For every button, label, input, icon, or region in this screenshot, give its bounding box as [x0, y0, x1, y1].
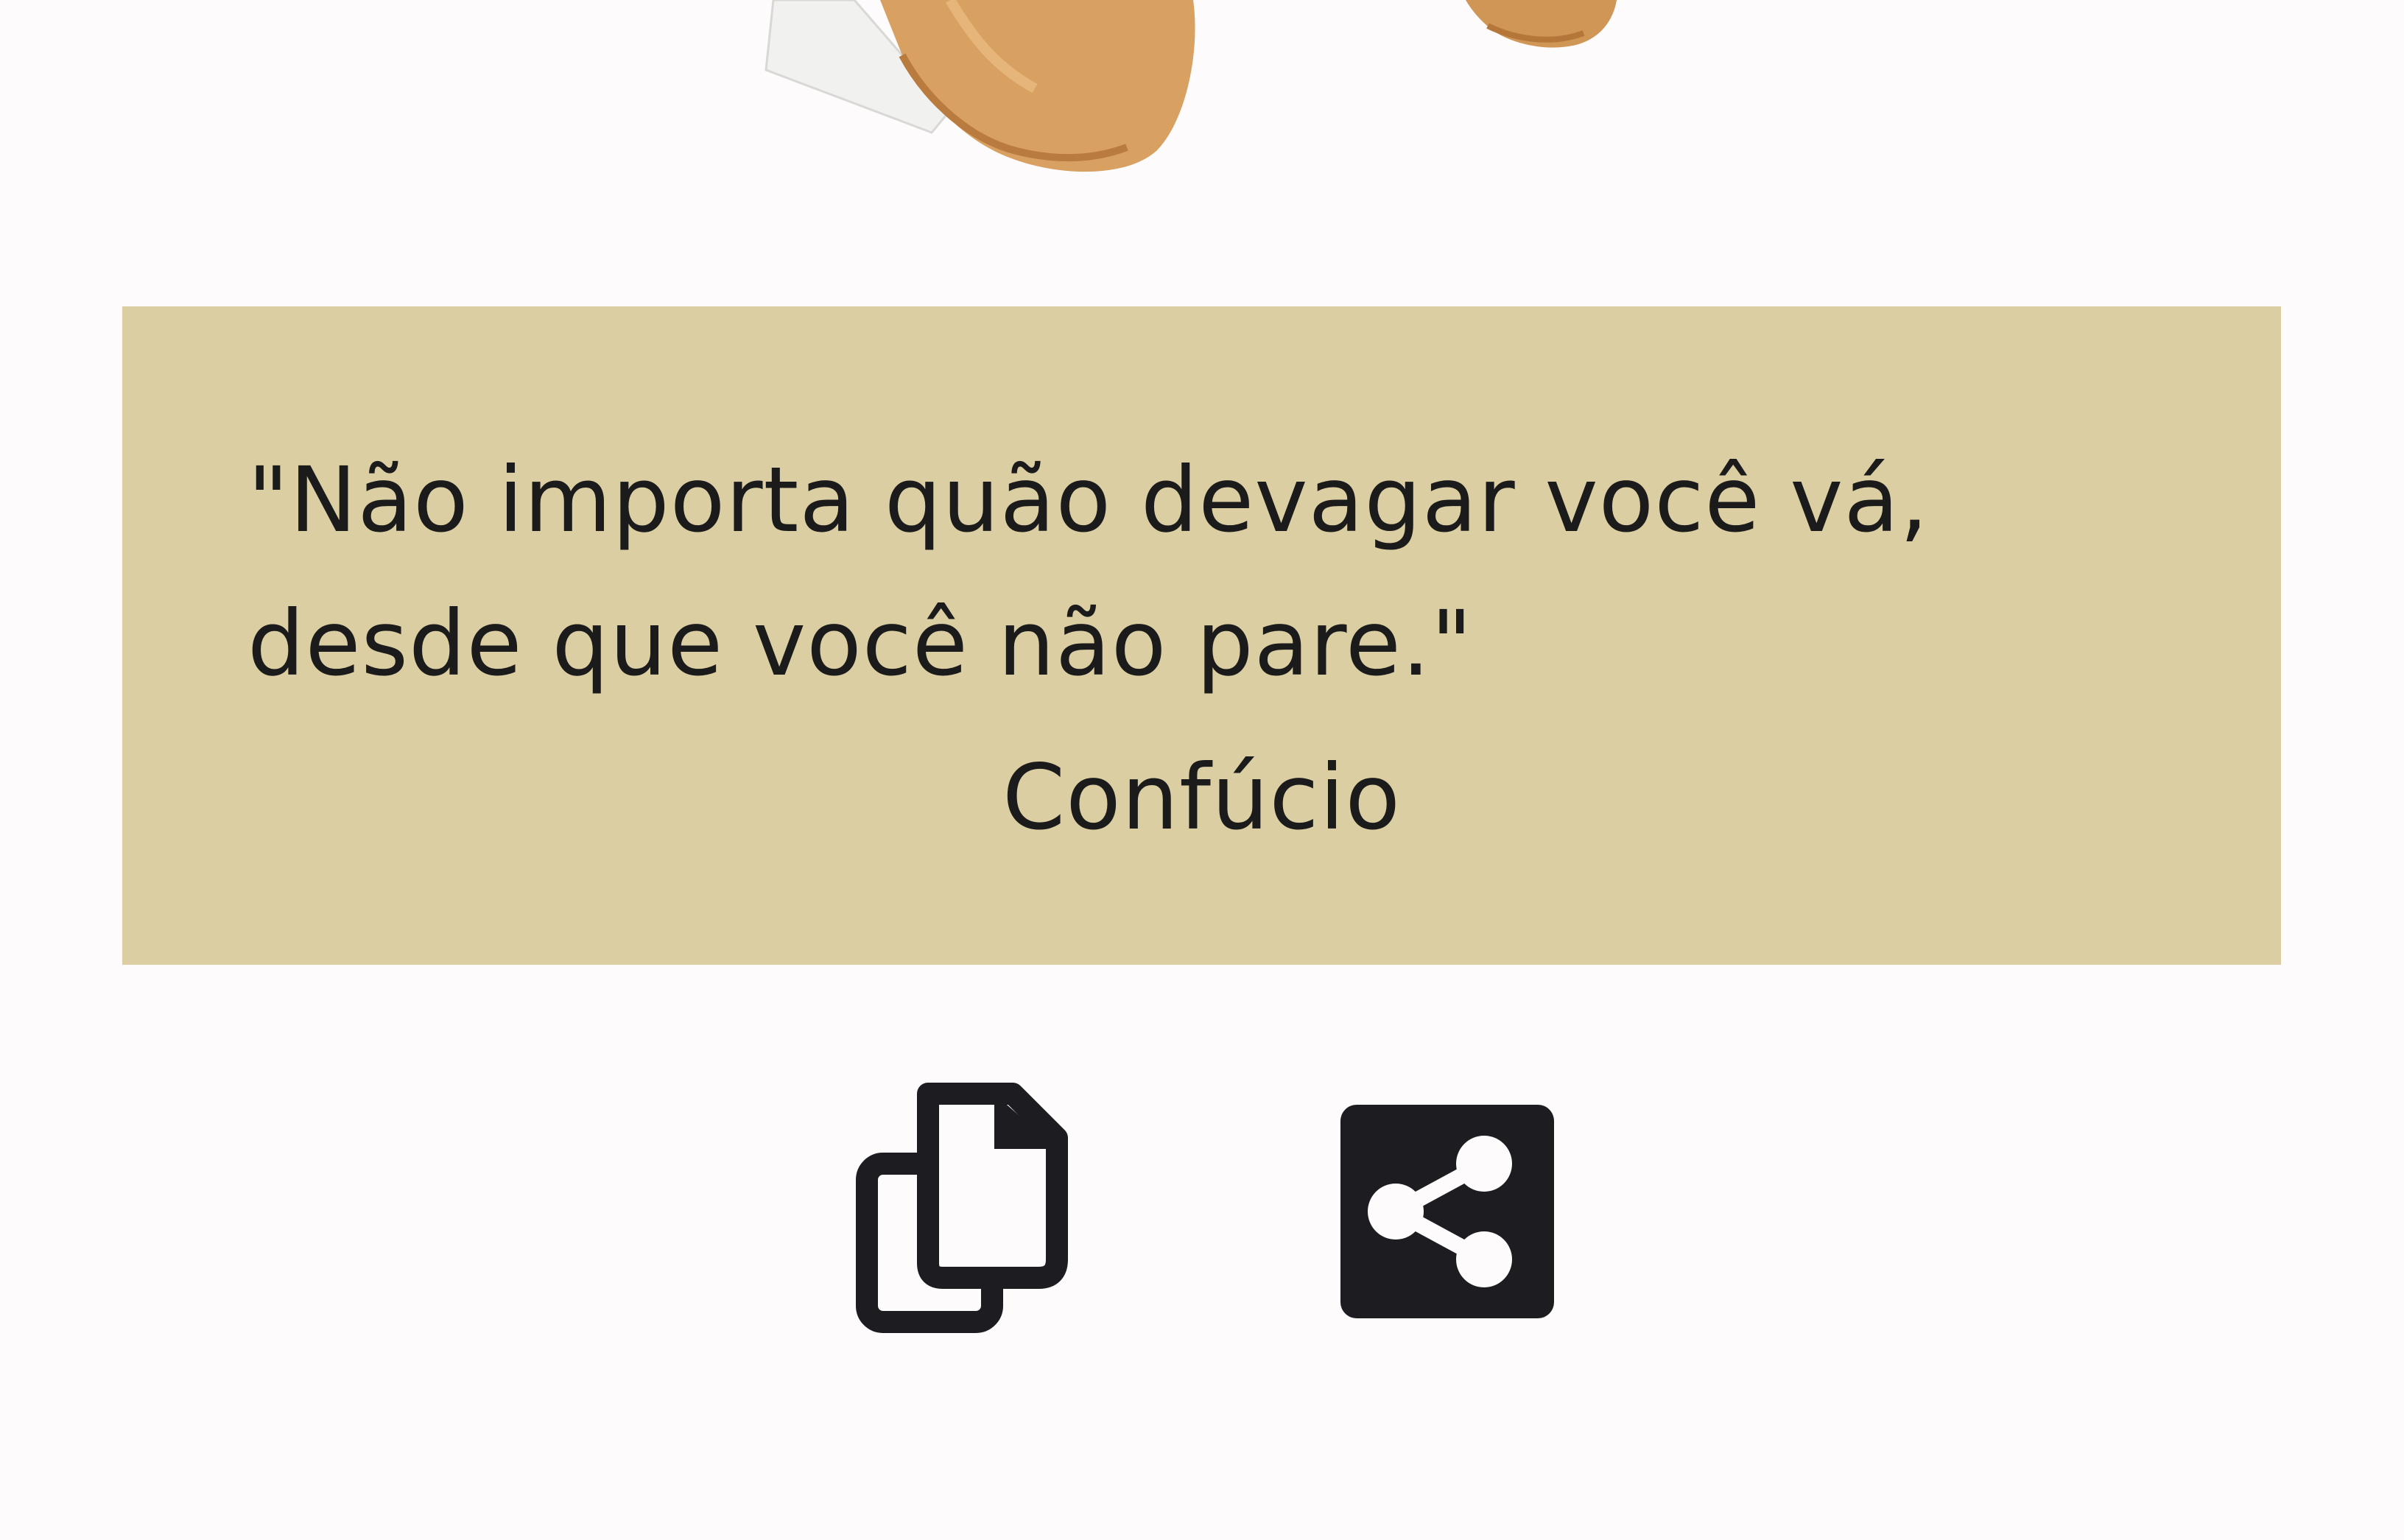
- quote-author: Confúcio: [1002, 745, 1402, 850]
- fortune-cookie-image: [751, 0, 1635, 180]
- copy-button[interactable]: [847, 1083, 1068, 1340]
- share-icon: [1340, 1105, 1554, 1318]
- fortune-cookie-illustration: [765, 0, 1617, 172]
- copy-icon: [856, 1083, 1068, 1333]
- quote-card: "Não importa quão devagar você vá, desde…: [122, 306, 2281, 965]
- quote-text: "Não importa quão devagar você vá, desde…: [247, 448, 1929, 696]
- share-button[interactable]: [1337, 1101, 1558, 1322]
